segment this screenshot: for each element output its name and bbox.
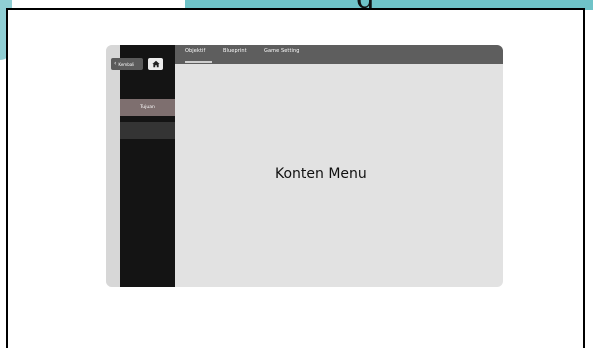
tab-bar: Objektif Blueprint Game Setting [175,45,503,64]
sidebar-item-tujuan[interactable]: Tujuan [120,99,175,116]
sidebar-item-empty[interactable] [120,122,175,139]
back-button[interactable]: ‹ Kembali [111,58,143,70]
tab-objektif[interactable]: Objektif [185,48,205,54]
back-button-label: Kembali [118,61,135,67]
tab-game-setting[interactable]: Game Setting [264,48,300,54]
mockup-left-margin [106,45,120,287]
sidebar-item-label: Tujuan [140,105,155,110]
content-placeholder: Konten Menu [275,166,367,182]
sidebar [120,45,175,287]
home-button[interactable] [148,58,163,70]
chevron-left-icon: ‹ [114,60,117,67]
tab-blueprint[interactable]: Blueprint [223,48,247,54]
active-tab-indicator [185,61,212,63]
home-icon [151,60,160,68]
